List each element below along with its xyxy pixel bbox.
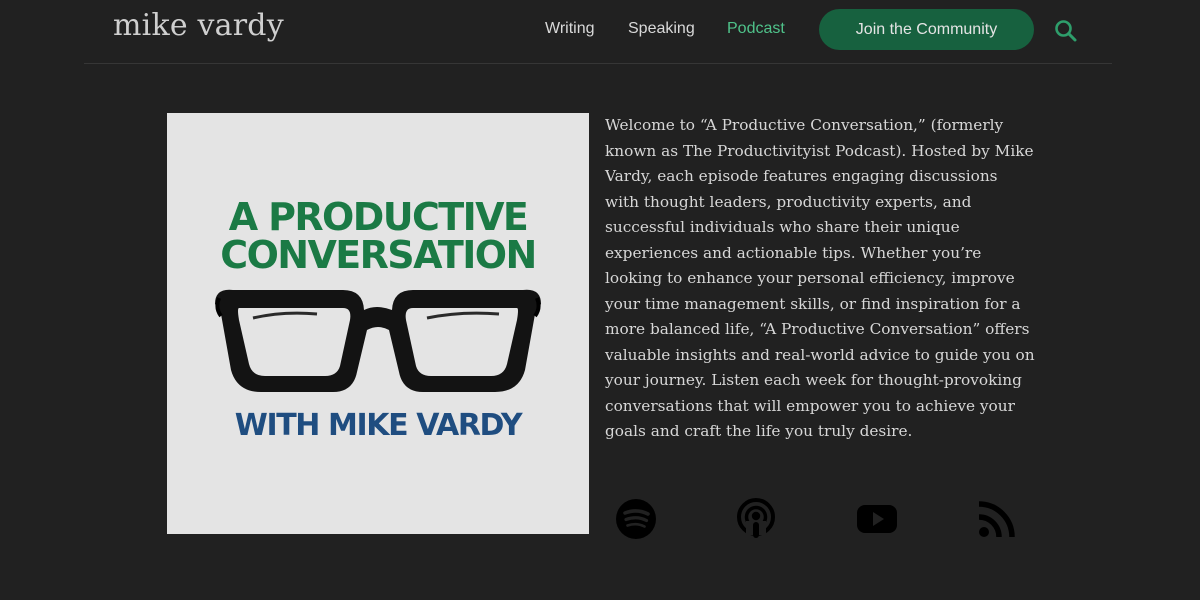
apple-podcasts-icon xyxy=(737,498,775,538)
spotify-icon xyxy=(616,499,656,539)
cover-title-line1: A PRODUCTIVE xyxy=(228,195,529,239)
join-community-button[interactable]: Join the Community xyxy=(819,9,1034,50)
nav-podcast[interactable]: Podcast xyxy=(727,20,785,38)
search-icon xyxy=(1055,20,1077,42)
rss-icon xyxy=(978,501,1015,538)
spotify-link[interactable] xyxy=(614,497,658,541)
youtube-link[interactable] xyxy=(855,497,899,541)
cover-title-line2: CONVERSATION xyxy=(220,233,537,277)
nav-speaking[interactable]: Speaking xyxy=(628,20,695,38)
site-logo[interactable]: mike vardy xyxy=(113,8,284,43)
rss-feed-link[interactable] xyxy=(975,497,1019,541)
nav-writing[interactable]: Writing xyxy=(545,20,595,38)
podcast-description: Welcome to “A Productive Conversation,” … xyxy=(605,116,1035,440)
cover-subtitle: WITH MIKE VARDY xyxy=(234,408,523,443)
glasses-illustration xyxy=(215,289,541,392)
search-button[interactable] xyxy=(1052,17,1080,45)
podcast-cover-art: A PRODUCTIVE CONVERSATION WITH MIKE VARD… xyxy=(167,113,589,534)
apple-podcasts-link[interactable] xyxy=(734,497,778,541)
youtube-icon xyxy=(857,505,897,533)
site-header: mike vardy Writing Speaking Podcast Join… xyxy=(84,0,1112,64)
